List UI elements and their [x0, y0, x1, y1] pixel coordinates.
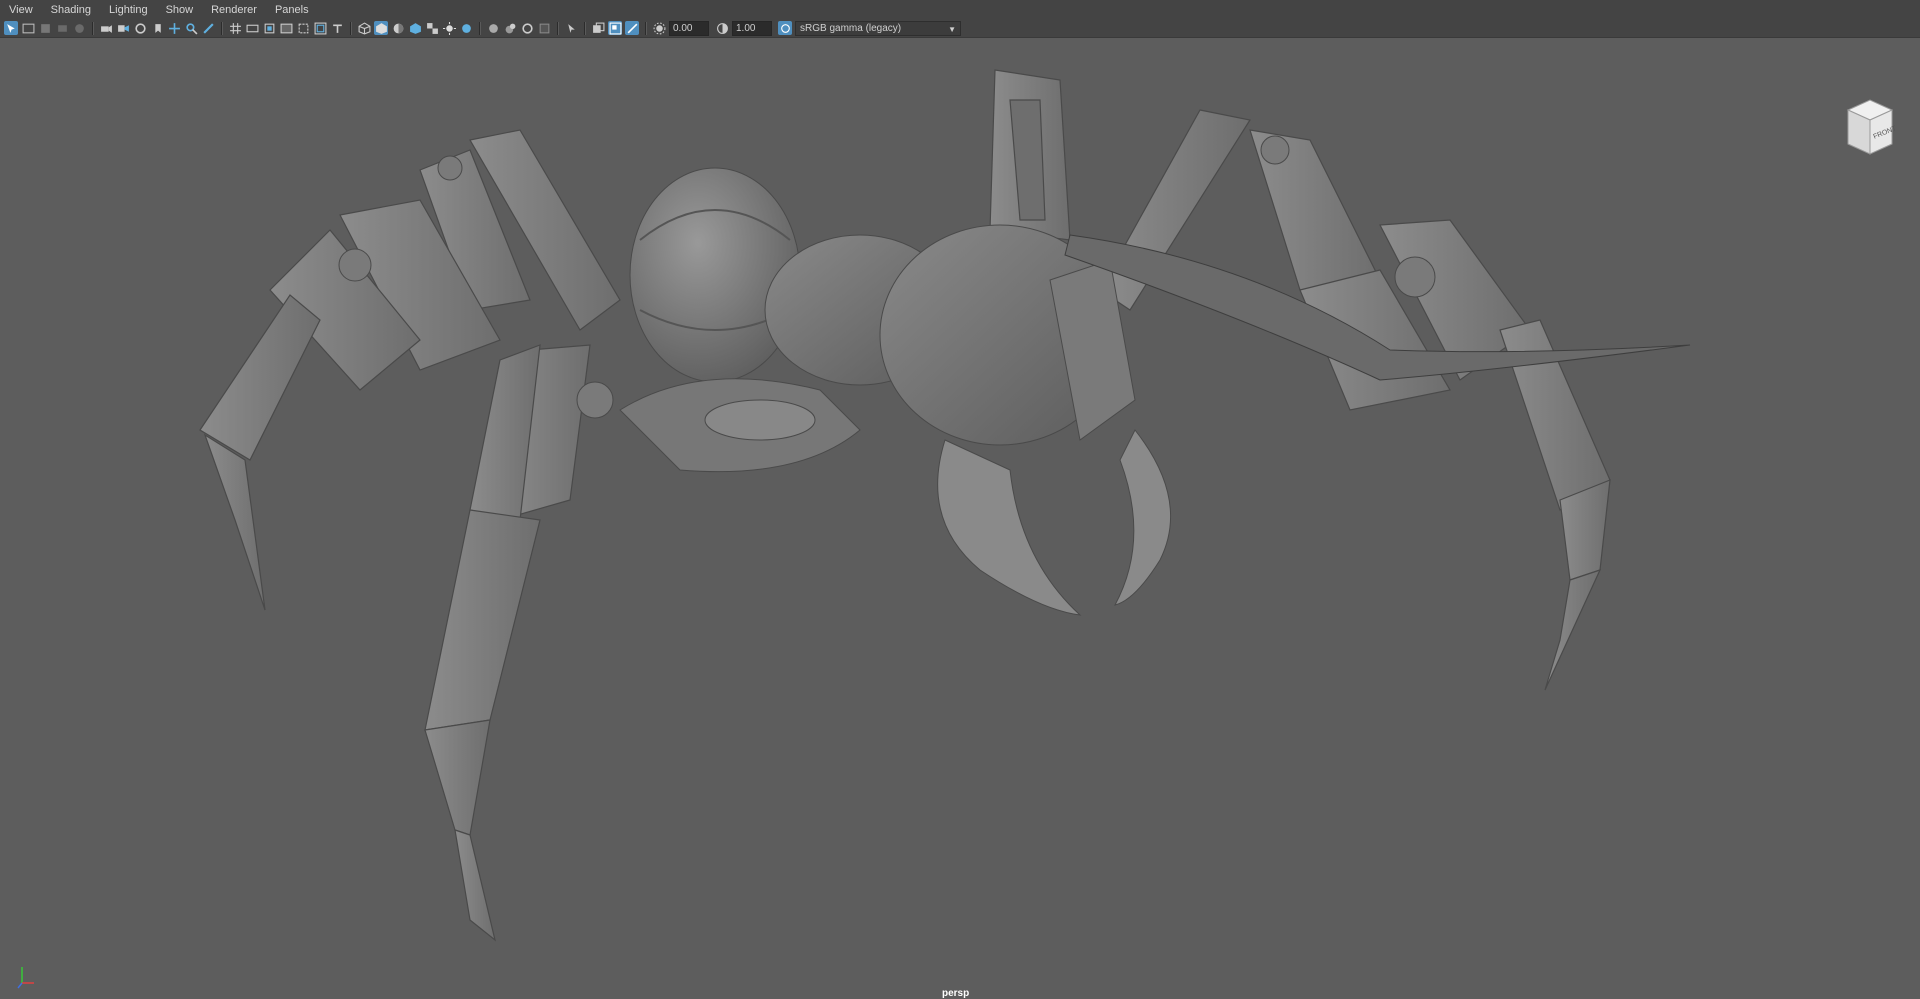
menu-renderer[interactable]: Renderer: [202, 4, 266, 16]
lights-icon[interactable]: [442, 21, 456, 35]
left-fang: [937, 439, 1082, 616]
zoom-icon[interactable]: [184, 21, 198, 35]
spider-abdomen-sphere: [629, 167, 801, 383]
menu-lighting[interactable]: Lighting: [100, 4, 157, 16]
spider-eyes-cluster: [704, 399, 816, 441]
bookmark-flag-icon[interactable]: [150, 21, 164, 35]
xray-active-icon[interactable]: [503, 21, 517, 35]
toolbar-divider: [350, 21, 352, 35]
textured-icon[interactable]: [408, 21, 422, 35]
toolbar-divider: [92, 21, 94, 35]
safe-action-icon[interactable]: [313, 21, 327, 35]
viewcube[interactable]: FRONT: [1840, 94, 1900, 160]
safe-title-icon[interactable]: [330, 21, 344, 35]
grid-icon[interactable]: [228, 21, 242, 35]
leg-joint: [1394, 256, 1436, 298]
panel-toolbar: 0.00 1.00 sRGB gamma (legacy) ▼: [0, 19, 1920, 38]
view-transform-label: sRGB gamma (legacy): [800, 22, 902, 34]
3d-viewport[interactable]: FRONT persp: [0, 38, 1920, 999]
shadows-icon[interactable]: [459, 21, 473, 35]
leg-joint: [1260, 135, 1290, 165]
grease-pencil-icon[interactable]: [201, 21, 215, 35]
bookmark-icon[interactable]: [38, 21, 52, 35]
gamma-field[interactable]: 1.00: [732, 20, 772, 36]
leg-joint: [576, 381, 614, 419]
pan-icon[interactable]: [167, 21, 181, 35]
camera-icon[interactable]: [99, 21, 113, 35]
gamma-icon[interactable]: [715, 21, 729, 35]
use-default-material-icon[interactable]: [391, 21, 405, 35]
toolbar-divider: [584, 21, 586, 35]
view-transform-dropdown[interactable]: sRGB gamma (legacy) ▼: [795, 20, 961, 36]
smooth-shade-icon[interactable]: [374, 21, 388, 35]
camera-attributes-icon[interactable]: [21, 21, 35, 35]
field-chart-icon[interactable]: [296, 21, 310, 35]
toolbar-divider: [221, 21, 223, 35]
menu-show[interactable]: Show: [157, 4, 203, 16]
resolution-gate-icon[interactable]: [262, 21, 276, 35]
camera-sequencer-icon[interactable]: [116, 21, 130, 35]
exposure-field[interactable]: 0.00: [669, 20, 709, 36]
hud-icon[interactable]: [591, 21, 605, 35]
aa-icon[interactable]: [625, 21, 639, 35]
spider-model[interactable]: [0, 38, 1920, 968]
film-gate-icon[interactable]: [245, 21, 259, 35]
chevron-down-icon: ▼: [948, 24, 956, 34]
isolate-select-icon[interactable]: [537, 21, 551, 35]
gate-mask-icon[interactable]: [279, 21, 293, 35]
toolbar-divider: [645, 21, 647, 35]
select-tool-icon[interactable]: [564, 21, 578, 35]
right-fang: [1114, 429, 1172, 606]
camera-name-label: persp: [942, 988, 970, 999]
select-camera-icon[interactable]: [4, 21, 18, 35]
color-management-icon[interactable]: [778, 21, 792, 35]
menu-view[interactable]: View: [0, 4, 42, 16]
xray-icon[interactable]: [486, 21, 500, 35]
exposure-icon[interactable]: [652, 21, 666, 35]
leg-front-left: [424, 344, 591, 942]
axis-gizmo: [17, 967, 34, 989]
menu-shading[interactable]: Shading: [42, 4, 100, 16]
xray-joints-icon[interactable]: [520, 21, 534, 35]
lookthrough-icon[interactable]: [133, 21, 147, 35]
wireframe-icon[interactable]: [357, 21, 371, 35]
viewport-2-icon[interactable]: [608, 21, 622, 35]
leg-back-top: [989, 69, 1071, 241]
menu-panels[interactable]: Panels: [266, 4, 318, 16]
toolbar-divider: [557, 21, 559, 35]
2d-pan-zoom-icon[interactable]: [72, 21, 86, 35]
image-plane-icon[interactable]: [55, 21, 69, 35]
checker-icon[interactable]: [425, 21, 439, 35]
leg-joint: [437, 155, 463, 181]
leg-joint: [338, 248, 372, 282]
panel-menubar: View Shading Lighting Show Renderer Pane…: [0, 0, 1920, 19]
toolbar-divider: [479, 21, 481, 35]
